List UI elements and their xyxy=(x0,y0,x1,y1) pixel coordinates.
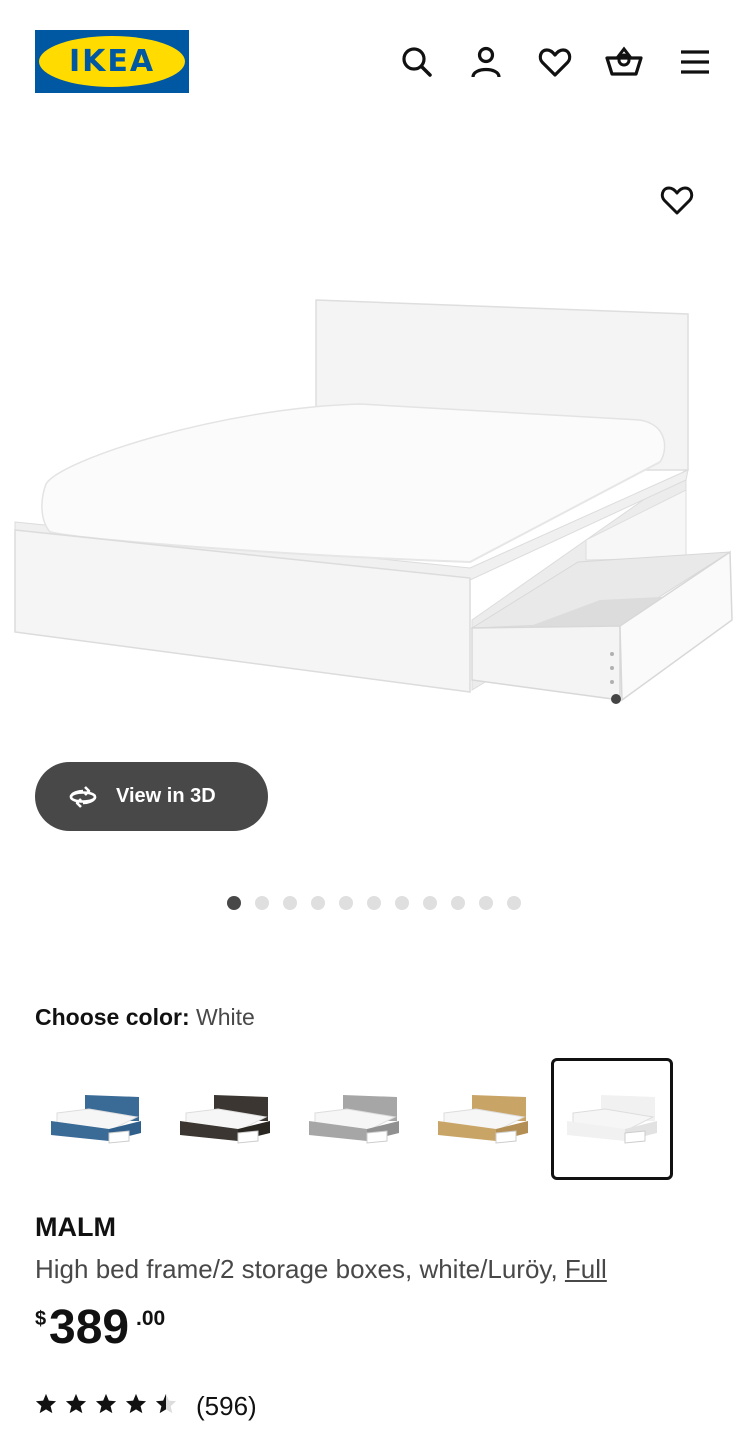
selected-color-value: White xyxy=(196,1004,255,1030)
gallery-dot[interactable] xyxy=(422,896,437,910)
star-icon xyxy=(65,1393,87,1420)
logo-text: IKEA xyxy=(68,44,156,79)
color-swatch[interactable] xyxy=(293,1058,415,1180)
gallery-dot[interactable] xyxy=(506,896,521,910)
gallery-dot[interactable] xyxy=(310,896,325,910)
gallery-dot[interactable] xyxy=(394,896,409,910)
rotate-3d-icon xyxy=(69,785,97,808)
color-swatch[interactable] xyxy=(164,1058,286,1180)
gallery-dot[interactable] xyxy=(478,896,493,910)
search-icon[interactable] xyxy=(397,42,437,82)
gallery-dot[interactable] xyxy=(254,896,269,910)
view-in-3d-label: View in 3D xyxy=(116,785,216,807)
gallery-dot[interactable] xyxy=(338,896,353,910)
color-chooser-label: Choose color: White xyxy=(35,1004,255,1031)
price-currency: $ xyxy=(35,1308,47,1330)
color-swatch[interactable] xyxy=(422,1058,544,1180)
star-icon xyxy=(95,1393,117,1420)
star-icon xyxy=(35,1393,57,1420)
account-icon[interactable] xyxy=(466,42,506,82)
ikea-logo[interactable]: IKEA xyxy=(35,30,189,93)
star-icon xyxy=(125,1393,147,1420)
gallery-dot[interactable] xyxy=(450,896,465,910)
view-in-3d-button[interactable]: View in 3D xyxy=(35,762,268,831)
choose-color-label: Choose color: xyxy=(35,1004,190,1030)
menu-icon[interactable] xyxy=(675,42,715,82)
gallery-dot[interactable] xyxy=(366,896,381,910)
cart-icon[interactable] xyxy=(604,42,644,82)
price-integer: 389 xyxy=(49,1301,130,1354)
site-header: IKEA xyxy=(0,0,747,124)
gallery-pagination xyxy=(0,896,747,910)
color-swatch[interactable] xyxy=(551,1058,673,1180)
product-image[interactable] xyxy=(0,124,747,744)
description-text: High bed frame/2 storage boxes, white/Lu… xyxy=(35,1254,565,1284)
product-name: MALM xyxy=(35,1212,116,1242)
star-icon xyxy=(155,1393,177,1420)
review-count: (596) xyxy=(196,1390,257,1421)
color-swatches xyxy=(35,1058,675,1180)
gallery-dot[interactable] xyxy=(282,896,297,910)
rating-stars xyxy=(35,1393,177,1420)
gallery-dot[interactable] xyxy=(226,896,241,910)
favourites-icon[interactable] xyxy=(535,42,575,82)
product-description: High bed frame/2 storage boxes, white/Lu… xyxy=(35,1254,607,1285)
color-swatch[interactable] xyxy=(35,1058,157,1180)
size-link[interactable]: Full xyxy=(565,1254,607,1284)
add-to-favourites-button[interactable] xyxy=(657,180,697,220)
product-rating[interactable]: (596) xyxy=(35,1388,257,1424)
price-decimal: .00 xyxy=(136,1307,166,1330)
